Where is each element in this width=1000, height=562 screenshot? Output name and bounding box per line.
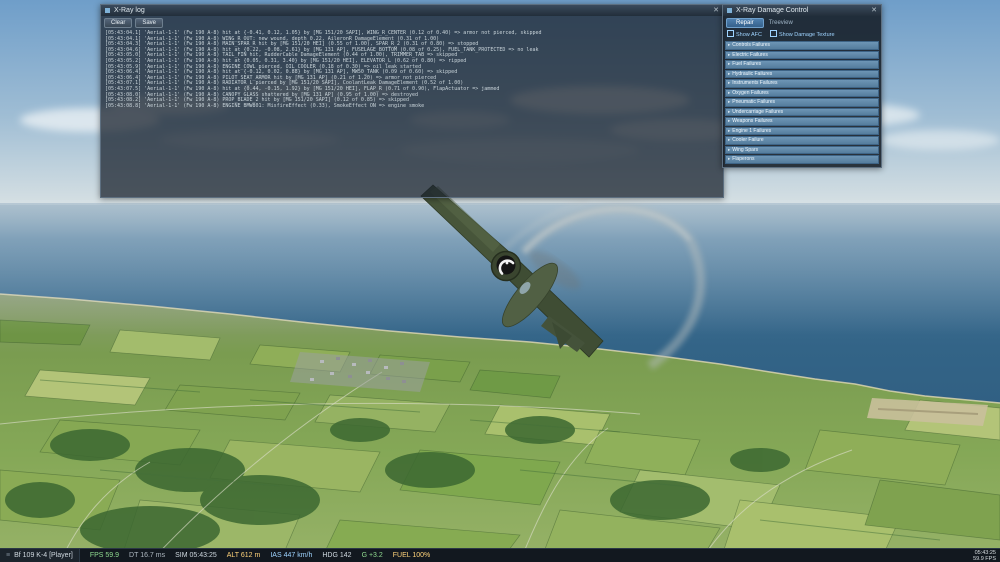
close-icon[interactable]: ✕ [713,7,719,14]
damage-checkboxes: Show AFC Show Damage Texture [723,29,881,41]
status-bar: ≡ Bf 109 K-4 [Player] FPS 59.9 DT 16.7 ms… [0,548,1000,562]
damage-item-label: Wing Spars [732,146,759,153]
show-afc-checkbox[interactable]: Show AFC [727,30,762,38]
damage-item[interactable]: ▸ Pneumatic Failures [725,98,879,107]
expand-arrow-icon: ▸ [728,80,731,86]
damage-toolbar: Repair Treeview [723,16,881,29]
damage-item[interactable]: ▸ Wing Spars [725,145,879,154]
damage-item[interactable]: ▸ Flaperons [725,155,879,164]
damage-item-label: Fuel Failures [732,61,762,68]
expand-arrow-icon: ▸ [728,61,731,67]
damage-item[interactable]: ▸ Fuel Failures [725,60,879,69]
damage-item[interactable]: ▸ Weapons Failures [725,117,879,126]
expand-arrow-icon: ▸ [728,127,731,133]
damage-item-label: Controls Failures [732,42,771,49]
damage-item[interactable]: ▸ Undercarriage Failures [725,107,879,116]
damage-item[interactable]: ▸ Hydraulic Failures [725,69,879,78]
log-line: [05:43:08.8] 'Aerial-1-1' (Fw 190 A-8) E… [105,102,425,109]
damage-item-label: Engine 1 Failures [732,127,772,134]
window-icon [105,8,110,13]
damage-item[interactable]: ▸ Controls Failures [725,41,879,50]
damage-control-window: X-Ray Damage Control ✕ Repair Treeview S… [722,4,882,168]
sim-clock: 05:43:25 [974,549,996,556]
damage-window-title: X-Ray Damage Control [736,7,809,14]
log-window-title: X-Ray log [114,7,145,14]
checkbox-icon [727,30,734,37]
status-segment: DT 16.7 ms [129,552,166,559]
expand-arrow-icon: ▸ [728,137,731,143]
expand-arrow-icon: ▸ [728,108,731,114]
status-segment: FPS 59.9 [89,552,120,559]
status-segment: ALT 612 m [226,552,261,559]
aircraft-name-box: ≡ Bf 109 K-4 [Player] [0,549,80,562]
damage-item-label: Hydraulic Failures [732,70,773,77]
damage-item[interactable]: ▸ Cooler Failure [725,136,879,145]
damage-item-label: Instruments Failures [732,80,778,87]
status-segment: FUEL 100% [392,552,431,559]
damage-item[interactable]: ▸ Instruments Failures [725,79,879,88]
repair-button[interactable]: Repair [726,18,764,28]
status-segment: IAS 447 km/h [270,552,313,559]
damage-item-label: Pneumatic Failures [732,99,776,106]
clock-box: 05:43:25 59.9 FPS [973,550,1000,562]
log-toolbar: Clear Save [101,16,723,30]
damage-item[interactable]: ▸ Oxygen Failures [725,88,879,97]
expand-arrow-icon: ▸ [728,42,731,48]
simulator-viewport[interactable]: X-Ray log ✕ Clear Save [05:43:04.1] 'Aer… [0,0,1000,562]
status-segments: FPS 59.9 DT 16.7 ms SIM 05:43:25 ALT 612 m I… [80,552,430,559]
status-segment: HDG 142 [322,552,352,559]
log-window-titlebar[interactable]: X-Ray log ✕ [101,5,723,16]
expand-arrow-icon: ▸ [728,118,731,124]
damage-item[interactable]: ▸ Engine 1 Failures [725,126,879,135]
show-afc-label: Show AFC [736,32,762,38]
fps-readout: 59.9 FPS [973,555,996,562]
expand-arrow-icon: ▸ [728,51,731,57]
damage-item-label: Weapons Failures [732,118,773,125]
clear-button[interactable]: Clear [104,18,133,28]
damage-item-list: ▸ Controls Failures ▸ Electric Failures ▸ Fue… [723,41,881,164]
expand-arrow-icon: ▸ [728,156,731,162]
expand-arrow-icon: ▸ [728,99,731,105]
damage-item-label: Cooler Failure [732,137,764,144]
damage-item-label: Flaperons [732,156,755,163]
expand-arrow-icon: ▸ [728,146,731,152]
save-button[interactable]: Save [135,18,164,28]
show-damage-texture-label: Show Damage Texture [778,32,835,38]
damage-item-label: Electric Failures [732,51,768,58]
damage-item[interactable]: ▸ Electric Failures [725,50,879,59]
damage-item-label: Oxygen Failures [732,89,769,96]
expand-arrow-icon: ▸ [728,70,731,76]
expand-arrow-icon: ▸ [728,89,731,95]
show-damage-texture-checkbox[interactable]: Show Damage Texture [769,30,835,38]
menu-icon[interactable]: ≡ [6,552,10,559]
damage-window-titlebar[interactable]: X-Ray Damage Control ✕ [723,5,881,16]
xray-log-window: X-Ray log ✕ Clear Save [05:43:04.1] 'Aer… [100,4,724,198]
status-segment: G +3.2 [361,552,383,559]
aircraft-name: Bf 109 K-4 [Player] [14,552,73,559]
close-icon[interactable]: ✕ [871,7,877,14]
checkbox-icon [769,30,777,37]
treeview-label: Treeview [768,20,793,26]
log-lines: [05:43:04.1] 'Aerial-1-1' (Fw 190 A-8) h… [101,30,723,197]
window-icon [727,8,732,13]
damage-item-label: Undercarriage Failures [732,108,784,115]
status-segment: SIM 05:43:25 [175,552,217,559]
